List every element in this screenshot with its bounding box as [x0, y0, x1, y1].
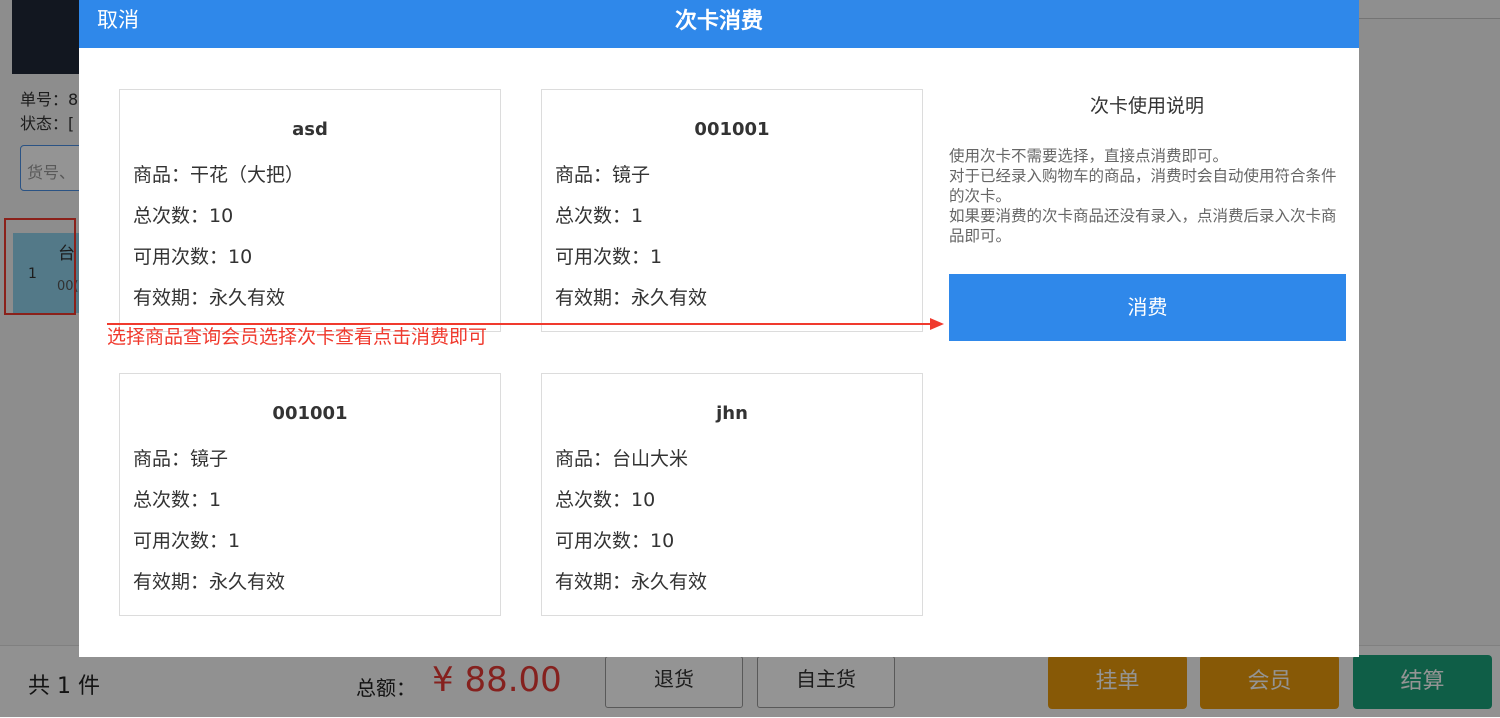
- annotation-arrow-icon: [107, 318, 944, 330]
